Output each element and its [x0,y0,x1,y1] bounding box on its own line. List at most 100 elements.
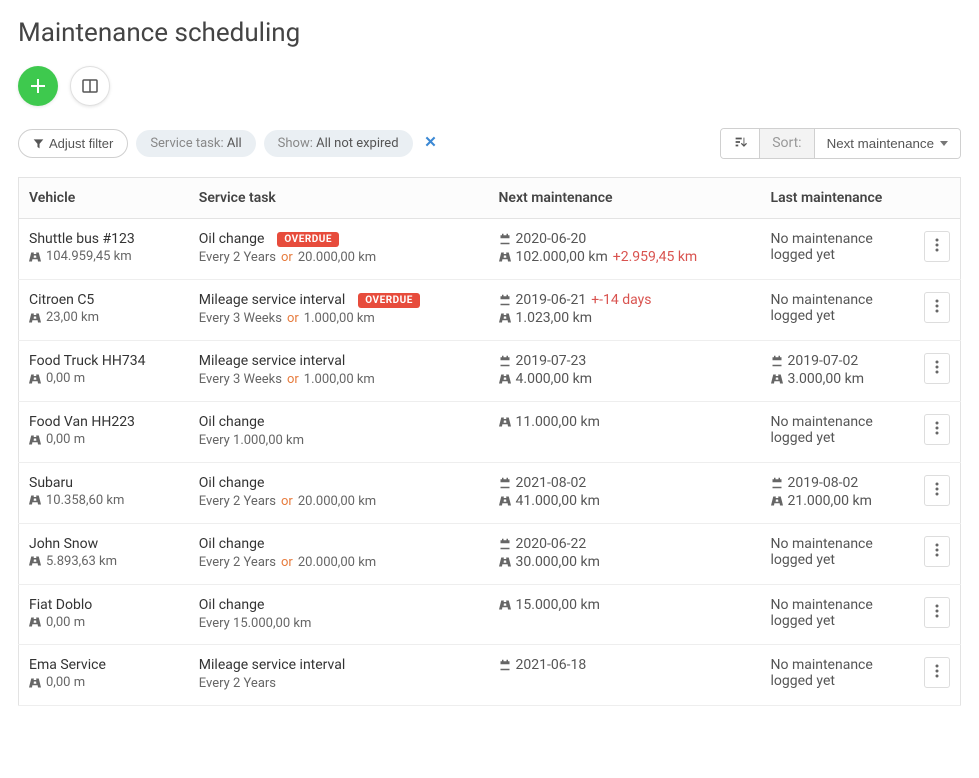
table-row: John Snow5.893,63 kmOil changeEvery 2 Ye… [19,523,961,584]
chip-value: All [227,136,242,151]
road-icon [29,434,41,446]
calendar-icon [499,355,511,367]
road-icon [29,373,41,385]
more-icon [935,238,939,252]
more-icon [935,360,939,374]
chip-label: Service task: [150,136,223,151]
vehicle-name: Food Van HH223 [29,414,179,430]
vehicle-odometer: 23,00 km [29,310,99,325]
filter-chip-service-task[interactable]: Service task: All [136,130,255,157]
service-interval: Every 2 Years or 20.000,00 km [199,494,376,509]
more-icon [935,543,939,557]
overdue-badge: OVERDUE [277,232,339,247]
clear-filters-button[interactable] [421,136,440,151]
filter-chip-show[interactable]: Show: All not expired [264,130,413,157]
more-icon [935,421,939,435]
adjust-filter-button[interactable]: Adjust filter [18,129,128,158]
funnel-icon [33,138,44,149]
row-actions-button[interactable] [924,231,950,262]
calendar-icon [499,294,511,306]
vehicle-odometer: 5.893,63 km [29,554,117,569]
more-icon [935,299,939,313]
sort-label: Sort: [760,129,814,158]
or-separator: or [281,555,293,570]
next-km: 11.000,00 km [499,414,751,430]
vehicle-name: Citroen C5 [29,292,179,308]
col-last: Last maintenance [761,178,901,219]
table-row: Food Van HH2230,00 mOil changeEvery 1.00… [19,402,961,463]
last-date: 2019-08-02 [771,475,891,491]
vehicle-odometer: 0,00 m [29,615,85,630]
road-icon [499,556,511,568]
toolbar [18,66,961,106]
road-icon [29,494,41,506]
more-icon [935,664,939,678]
maintenance-table: Vehicle Service task Next maintenance La… [18,177,961,706]
row-actions-button[interactable] [924,536,950,567]
next-date-overdue: +-14 days [591,292,651,308]
road-icon [499,599,511,611]
next-km: 41.000,00 km [499,493,751,509]
next-km: 30.000,00 km [499,554,751,570]
more-icon [935,604,939,618]
road-icon [29,312,41,324]
vehicle-odometer: 0,00 m [29,675,85,690]
more-icon [935,482,939,496]
table-row: Ema Service0,00 mMileage service interva… [19,645,961,706]
road-icon [771,495,783,507]
row-actions-button[interactable] [924,292,950,323]
service-interval: Every 2 Years or 20.000,00 km [199,250,376,265]
or-separator: or [287,311,299,326]
overdue-badge: OVERDUE [358,293,420,308]
service-task-name: Oil change [199,475,265,491]
road-icon [499,373,511,385]
service-interval: Every 2 Years [199,676,276,691]
page-title: Maintenance scheduling [18,18,961,48]
last-date: 2019-07-02 [771,353,891,369]
vehicle-odometer: 0,00 m [29,371,85,386]
next-date: 2021-08-02 [499,475,751,491]
calendar-icon [499,659,511,671]
last-none: No maintenance logged yet [771,292,891,324]
table-row: Citroen C5 23,00 km Mileage service interv… [19,280,961,341]
vehicle-name: Food Truck HH734 [29,353,179,369]
row-actions-button[interactable] [924,597,950,628]
row-actions-button[interactable] [924,657,950,688]
columns-icon [82,78,98,94]
vehicle-odometer: 10.358,60 km [29,493,124,508]
col-service-task: Service task [189,178,489,219]
add-button[interactable] [18,66,58,106]
or-separator: or [281,250,293,265]
last-none: No maintenance logged yet [771,536,891,568]
service-interval: Every 3 Weeks or 1.000,00 km [199,311,375,326]
next-km: 15.000,00 km [499,597,751,613]
service-task-name: Mileage service interval [199,292,345,308]
road-icon [29,555,41,567]
row-actions-button[interactable] [924,414,950,445]
col-vehicle: Vehicle [19,178,189,219]
service-interval: Every 2 Years or 20.000,00 km [199,555,376,570]
sort-icon [733,135,747,149]
vehicle-name: Shuttle bus #123 [29,231,179,247]
row-actions-button[interactable] [924,475,950,506]
vehicle-name: John Snow [29,536,179,552]
chip-value: All not expired [316,136,398,151]
service-task-name: Mileage service interval [199,657,345,673]
calendar-icon [771,477,783,489]
adjust-filter-label: Adjust filter [49,136,113,151]
road-icon [29,251,41,263]
sort-direction-button[interactable] [721,129,760,158]
road-icon [499,251,511,263]
sort-dropdown[interactable]: Next maintenance [815,129,960,158]
service-task-name: Oil change [199,231,265,247]
or-separator: or [287,372,299,387]
columns-button[interactable] [70,66,110,106]
row-actions-button[interactable] [924,353,950,384]
service-interval: Every 3 Weeks or 1.000,00 km [199,372,375,387]
last-km: 21.000,00 km [771,493,891,509]
service-task-name: Oil change [199,597,265,613]
table-row: Fiat Doblo0,00 mOil changeEvery 15.000,0… [19,584,961,645]
vehicle-name: Fiat Doblo [29,597,179,613]
service-task-name: Mileage service interval [199,353,345,369]
next-km: 4.000,00 km [499,371,751,387]
